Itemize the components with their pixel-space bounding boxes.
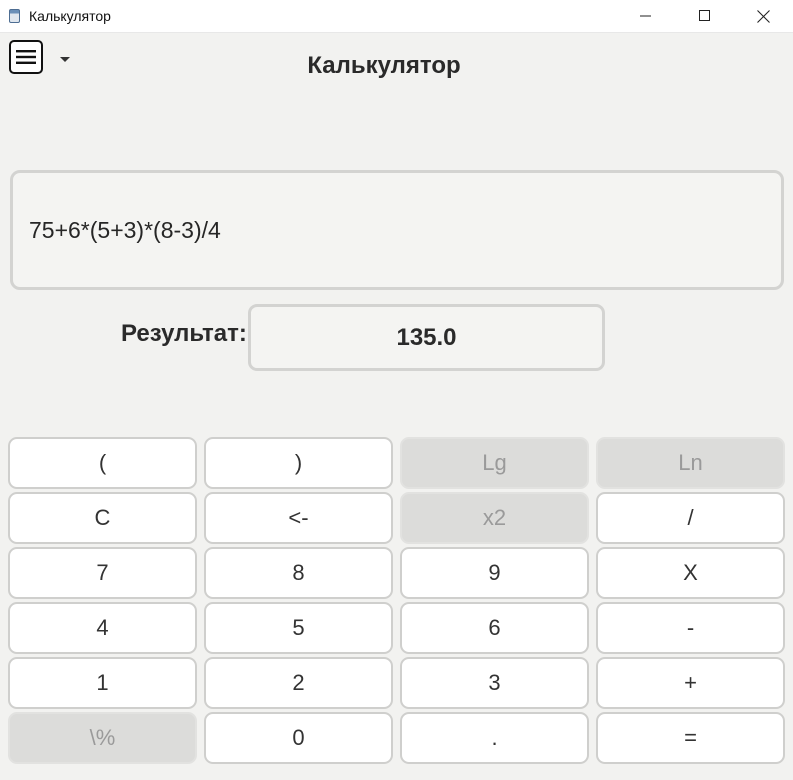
multiply-button[interactable]: X	[596, 547, 785, 599]
plus-button[interactable]: +	[596, 657, 785, 709]
calculator-icon	[9, 9, 20, 23]
close-button[interactable]	[734, 0, 793, 32]
result-value: 135.0	[248, 304, 605, 371]
digit-8-button[interactable]: 8	[204, 547, 393, 599]
ln-button[interactable]: Ln	[596, 437, 785, 489]
close-paren-button[interactable]: )	[204, 437, 393, 489]
digit-5-button[interactable]: 5	[204, 602, 393, 654]
digit-4-button[interactable]: 4	[8, 602, 197, 654]
percent-button[interactable]: \%	[8, 712, 197, 764]
clear-button[interactable]: C	[8, 492, 197, 544]
keypad: () Lg Ln C <- x2/ 7 8 9 X 4 5 6- 1 2 3 + \% 0. =	[8, 437, 786, 767]
minus-button[interactable]: -	[596, 602, 785, 654]
expression-input[interactable]: 75+6*(5+3)*(8-3)/4	[10, 170, 784, 290]
backspace-button[interactable]: <-	[204, 492, 393, 544]
equals-button[interactable]: =	[596, 712, 785, 764]
window-controls	[616, 0, 793, 32]
digit-9-button[interactable]: 9	[400, 547, 589, 599]
open-paren-button[interactable]: (	[8, 437, 197, 489]
digit-1-button[interactable]: 1	[8, 657, 197, 709]
maximize-button[interactable]	[675, 0, 734, 32]
minimize-button[interactable]	[616, 0, 675, 32]
digit-3-button[interactable]: 3	[400, 657, 589, 709]
digit-0-button[interactable]: 0	[204, 712, 393, 764]
page-title: Калькулятор	[307, 52, 461, 79]
result-label: Результат:	[121, 320, 247, 347]
title-bar: Калькулятор	[0, 0, 793, 33]
digit-2-button[interactable]: 2	[204, 657, 393, 709]
digit-7-button[interactable]: 7	[8, 547, 197, 599]
digit-6-button[interactable]: 6	[400, 602, 589, 654]
square-button[interactable]: x2	[400, 492, 589, 544]
divide-button[interactable]: /	[596, 492, 785, 544]
close-icon	[757, 9, 770, 23]
lg-button[interactable]: Lg	[400, 437, 589, 489]
window-title: Калькулятор	[29, 8, 111, 24]
decimal-point-button[interactable]: .	[400, 712, 589, 764]
minimize-icon	[639, 15, 651, 17]
maximize-icon	[698, 10, 710, 21]
